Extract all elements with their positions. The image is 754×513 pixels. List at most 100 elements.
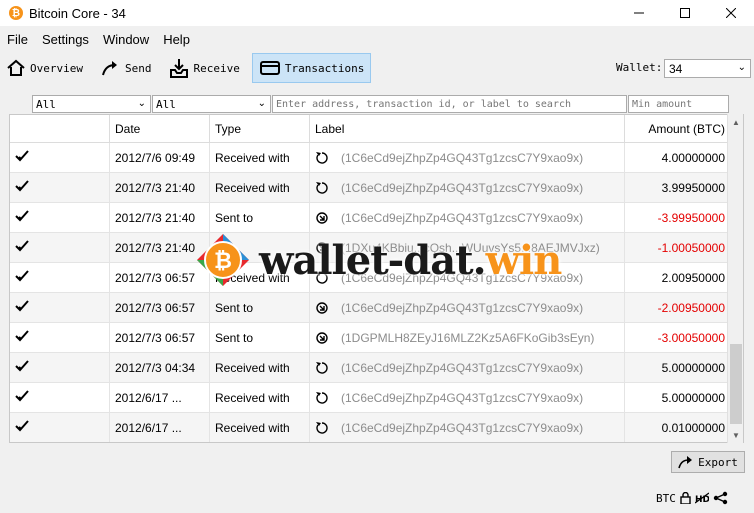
type-cell: Received with xyxy=(210,352,310,383)
amount-cell: 5.00000000 xyxy=(661,390,725,405)
export-label: Export xyxy=(698,455,738,469)
date-cell: 2012/7/3 21:40 xyxy=(110,172,210,203)
status-cell xyxy=(10,142,110,173)
wallet-card-icon xyxy=(259,61,280,75)
date-cell: 2012/7/3 21:40 xyxy=(110,202,210,233)
hd-disabled-icon: HD xyxy=(694,492,709,504)
window-title: Bitcoin Core - 34 xyxy=(29,5,126,21)
search-input[interactable]: Enter address, transaction id, or label … xyxy=(272,95,627,113)
date-cell: 2012/7/3 06:57 xyxy=(110,322,210,353)
minimize-button[interactable] xyxy=(616,0,662,26)
watermark: ₿ wallet-dat.win xyxy=(195,232,562,288)
table-row[interactable]: 2012/7/6 09:49 Received with (1C6eCd9ejZhp… xyxy=(10,142,728,173)
address-text: (1C6eCd9ejZhpZp4GQ43Tg1zcsC7Y9xao9x) xyxy=(341,420,584,435)
watermark-prefix: wallet-dat. xyxy=(259,236,487,284)
column-status[interactable] xyxy=(10,115,110,143)
sent-icon xyxy=(315,331,329,345)
amount-cell: 3.99950000 xyxy=(661,180,725,195)
table-row[interactable]: 2012/7/3 04:34 Received with (1C6eCd9ejZhp… xyxy=(10,352,728,383)
table-row[interactable]: 2012/7/3 21:40 Received with (1C6eCd9ejZhp… xyxy=(10,172,728,203)
status-cell xyxy=(10,382,110,413)
min-amount-input[interactable]: Min amount xyxy=(628,95,729,113)
receive-button[interactable]: Receive xyxy=(163,53,245,83)
type-cell: Received with xyxy=(210,382,310,413)
amount-cell: 2.00950000 xyxy=(661,270,725,285)
search-placeholder: Enter address, transaction id, or label … xyxy=(276,98,572,110)
table-row[interactable]: 2012/7/3 06:57 Sent to (1C6eCd9ejZhpZp4GQ4… xyxy=(10,292,728,323)
status-cell xyxy=(10,172,110,203)
table-header: Date Type Label Amount (BTC) xyxy=(10,115,728,143)
column-date[interactable]: Date xyxy=(110,115,210,143)
received-icon xyxy=(315,181,329,195)
menu-file[interactable]: File xyxy=(0,32,35,47)
send-button[interactable]: Send xyxy=(95,53,158,83)
status-cell xyxy=(10,322,110,353)
column-label[interactable]: Label xyxy=(310,115,625,143)
unit-label[interactable]: BTC xyxy=(656,492,676,505)
status-cell xyxy=(10,292,110,323)
send-arrow-icon xyxy=(102,61,117,76)
menu-settings[interactable]: Settings xyxy=(35,32,96,47)
date-filter-select[interactable]: All ⌄ xyxy=(32,95,151,113)
address-text: (1DGPMLH8ZEyJ16MLZ2Kz5A6FKoGib3sEyn) xyxy=(341,330,595,345)
type-filter-value: All xyxy=(156,97,176,111)
type-cell: Received with xyxy=(210,142,310,173)
home-icon xyxy=(7,59,25,76)
transactions-button[interactable]: Transactions xyxy=(251,53,372,83)
table-row[interactable]: 2012/7/3 06:57 Sent to (1DGPMLH8ZEyJ16MLZ2… xyxy=(10,322,728,353)
confirmed-check-icon xyxy=(15,420,29,435)
wallet-select[interactable]: 34 ⌄ xyxy=(664,59,751,78)
menu-help[interactable]: Help xyxy=(156,32,197,47)
title-bar: ₿ Bitcoin Core - 34 xyxy=(0,0,754,26)
chevron-down-icon: ⌄ xyxy=(257,98,266,109)
label-cell: (1C6eCd9ejZhpZp4GQ43Tg1zcsC7Y9xao9x) xyxy=(310,412,625,442)
toolbar: Overview Send Receive Transactions Walle… xyxy=(0,52,754,84)
send-label: Send xyxy=(124,61,152,75)
maximize-button[interactable] xyxy=(662,0,708,26)
menu-bar: File Settings Window Help xyxy=(0,28,197,50)
received-icon xyxy=(315,391,329,405)
vertical-scrollbar[interactable]: ▲ ▼ xyxy=(727,114,743,443)
scroll-up-icon[interactable]: ▲ xyxy=(728,114,744,130)
export-arrow-icon xyxy=(678,456,693,469)
type-cell: Sent to xyxy=(210,292,310,323)
amount-cell: -3.99950000 xyxy=(657,210,725,225)
label-cell: (1C6eCd9ejZhpZp4GQ43Tg1zcsC7Y9xao9x) xyxy=(310,202,625,233)
type-cell: Sent to xyxy=(210,322,310,353)
amount-cell: -2.00950000 xyxy=(657,300,725,315)
status-cell xyxy=(10,202,110,233)
column-amount[interactable]: Amount (BTC) xyxy=(625,115,728,143)
date-cell: 2012/7/3 06:57 xyxy=(110,292,210,323)
type-cell: Sent to xyxy=(210,202,310,233)
amount-cell: 0.01000000 xyxy=(661,420,725,435)
overview-button[interactable]: Overview xyxy=(0,53,89,83)
export-button[interactable]: Export xyxy=(671,451,745,473)
amount-cell: 5.00000000 xyxy=(661,360,725,375)
menu-window[interactable]: Window xyxy=(96,32,156,47)
address-text: (1C6eCd9ejZhpZp4GQ43Tg1zcsC7Y9xao9x) xyxy=(341,210,584,225)
date-filter-value: All xyxy=(36,97,56,111)
scroll-down-icon[interactable]: ▼ xyxy=(728,427,744,443)
status-bar: BTC HD xyxy=(656,490,733,506)
confirmed-check-icon xyxy=(15,360,29,375)
confirmed-check-icon xyxy=(15,270,29,285)
confirmed-check-icon xyxy=(15,210,29,225)
table-row[interactable]: 2012/7/3 21:40 Sent to (1C6eCd9ejZhpZp4GQ4… xyxy=(10,202,728,233)
received-icon xyxy=(315,151,329,165)
date-cell: 2012/7/6 09:49 xyxy=(110,142,210,173)
type-filter-select[interactable]: All ⌄ xyxy=(152,95,271,113)
table-row[interactable]: 2012/6/17 ... Received with (1C6eCd9ejZhpZ… xyxy=(10,382,728,413)
close-button[interactable] xyxy=(708,0,754,26)
received-icon xyxy=(315,361,329,375)
close-icon xyxy=(726,8,736,18)
table-row[interactable]: 2012/6/17 ... Received with (1C6eCd9ejZhpZ… xyxy=(10,412,728,442)
confirmed-check-icon xyxy=(15,240,29,255)
overview-label: Overview xyxy=(30,61,83,75)
column-type[interactable]: Type xyxy=(210,115,310,143)
sent-icon xyxy=(315,301,329,315)
sent-icon xyxy=(315,211,329,225)
table-body: 2012/7/6 09:49 Received with (1C6eCd9ejZhp… xyxy=(10,142,728,442)
scrollbar-thumb[interactable] xyxy=(730,344,742,424)
network-icon[interactable] xyxy=(713,491,729,505)
status-cell xyxy=(10,412,110,442)
